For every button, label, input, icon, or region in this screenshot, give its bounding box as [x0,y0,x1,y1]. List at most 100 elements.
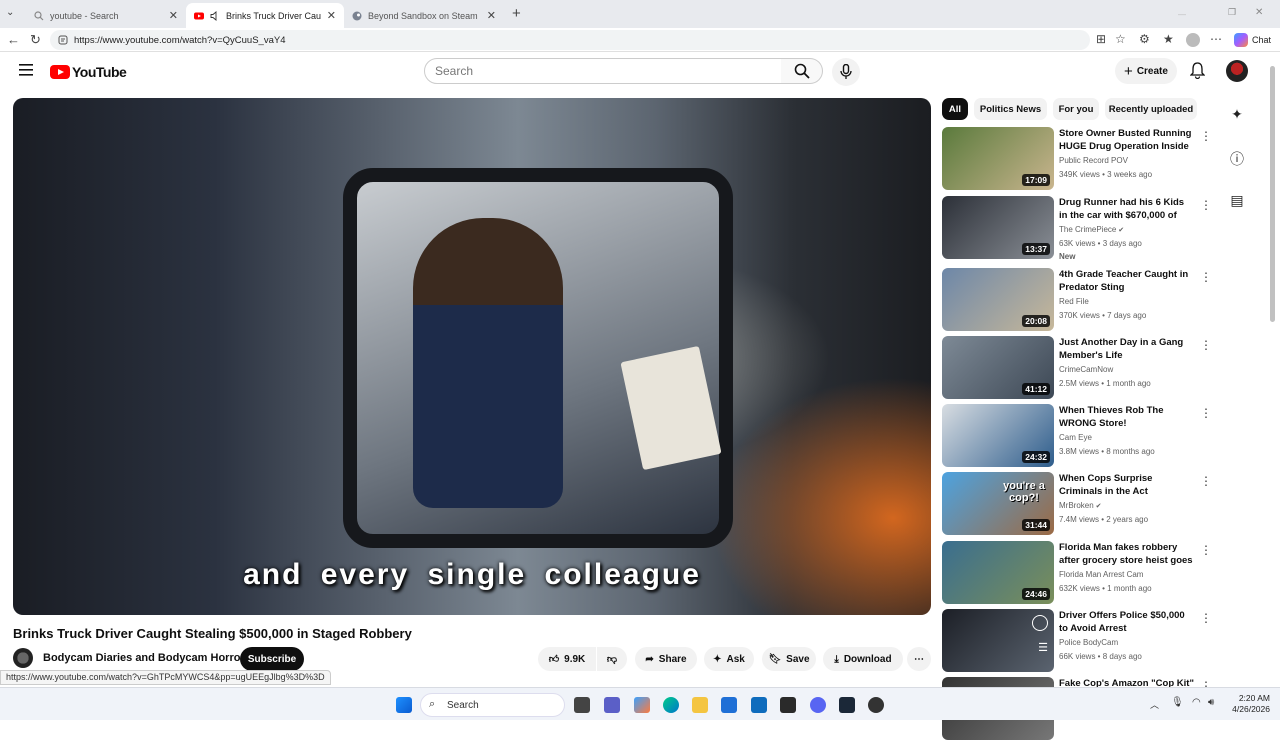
recommendation-title[interactable]: Florida Man fakes robbery after grocery … [1059,541,1195,568]
back-arrow-icon[interactable]: ← [7,32,20,47]
sparkle-icon[interactable]: ✦ [1227,106,1247,123]
channel-avatar[interactable] [13,648,33,668]
task-view-icon[interactable] [574,697,590,713]
recommendation-channel[interactable]: MrBroken ✔ [1059,501,1102,510]
tab-steam[interactable]: Beyond Sandbox on Steam ✕ [344,3,504,28]
more-vertical-icon[interactable]: ⋮ [1200,129,1212,143]
copilot-app-icon[interactable] [634,697,650,713]
save-button[interactable]: 🔖︎ Save [762,647,816,671]
app-icon[interactable] [780,697,796,713]
video-thumbnail[interactable]: 20:08 [942,268,1054,331]
recommendation-channel[interactable]: Cam Eye [1059,433,1092,442]
comments-icon[interactable]: ▤ [1227,192,1247,209]
favorites-icon[interactable]: ★ [1163,32,1174,46]
recommendation-item[interactable]: ☰ Driver Offers Police $50,000 to Avoid A… [942,609,1214,673]
recommendation-channel[interactable]: Police BodyCam [1059,638,1118,647]
window-maximize-button[interactable]: ❐ [1228,7,1236,18]
recommendation-item[interactable]: 13:37 Drug Runner had his 6 Kids in the c… [942,196,1214,261]
recommendation-title[interactable]: Driver Offers Police $50,000 to Avoid Ar… [1059,609,1195,635]
video-thumbnail[interactable]: you're a cop?! 31:44 [942,472,1054,535]
app-icon[interactable] [868,697,884,713]
recommendation-channel[interactable]: CrimeCamNow [1059,365,1113,374]
outlook-icon[interactable] [751,697,767,713]
discord-icon[interactable] [810,697,826,713]
site-info-icon[interactable] [58,35,68,45]
chip-all[interactable]: All [942,98,968,120]
search-input[interactable]: Search [424,58,782,84]
recommendation-item[interactable]: 24:32 When Thieves Rob The WRONG Store! Ca… [942,404,1214,468]
recommendation-title[interactable]: Store Owner Busted Running HUGE Drug Ope… [1059,127,1195,154]
copilot-icon[interactable] [1234,33,1248,47]
close-icon[interactable]: ✕ [169,9,178,22]
tab-video[interactable]: Brinks Truck Driver Caught Ste ✕ [186,3,344,28]
chip-politics-news[interactable]: Politics News [974,98,1047,120]
more-options-icon[interactable]: ⋯ [1210,32,1222,46]
refresh-icon[interactable]: ↻ [30,32,41,48]
tray-chevron-icon[interactable]: ︿ [1150,698,1159,711]
video-thumbnail[interactable]: ☰ [942,609,1054,672]
recommendation-channel[interactable]: The CrimePiece ✔ [1059,225,1124,234]
create-button[interactable]: + Create [1115,58,1177,84]
more-vertical-icon[interactable]: ⋮ [1200,406,1212,420]
tab-list-chevron-icon[interactable]: ⌄ [6,7,14,18]
dislike-button[interactable]: 👎︎ [597,647,627,671]
recommendation-title[interactable]: Drug Runner had his 6 Kids in the car wi… [1059,196,1195,223]
more-vertical-icon[interactable]: ⋮ [1200,270,1212,284]
ask-button[interactable]: ✦ Ask [704,647,754,671]
new-tab-button[interactable]: + [512,5,521,22]
chat-label[interactable]: Chat [1252,35,1271,45]
menu-hamburger-icon[interactable] [19,64,33,76]
scrollbar-thumb[interactable] [1270,66,1275,322]
recommendation-title[interactable]: When Cops Surprise Criminals in the Act [1059,472,1195,498]
channel-name[interactable]: Bodycam Diaries and Bodycam Horror [43,652,245,664]
teams-icon[interactable] [604,697,620,713]
window-close-button[interactable]: ✕ [1255,7,1263,18]
search-button[interactable] [781,58,823,84]
watch-later-clock-icon[interactable] [1032,615,1048,631]
recommendation-item[interactable]: 20:08 4th Grade Teacher Caught in Predato… [942,268,1214,332]
recommendation-item[interactable]: you're a cop?! 31:44 When Cops Surprise Cr… [942,472,1214,536]
video-thumbnail[interactable]: 41:12 [942,336,1054,399]
close-icon[interactable]: ✕ [487,9,496,22]
subscribe-button[interactable]: Subscribe [240,647,304,671]
more-vertical-icon[interactable]: ⋮ [1200,611,1212,625]
store-icon[interactable] [721,697,737,713]
wifi-icon[interactable]: ◠ [1192,697,1201,708]
download-button[interactable]: ⤓ Download [823,647,903,671]
more-vertical-icon[interactable]: ⋮ [1200,338,1212,352]
like-button[interactable]: 👍︎ 9.9K [538,647,596,671]
chip-for-you[interactable]: For you [1053,98,1099,120]
add-to-queue-icon[interactable]: ☰ [1038,641,1048,654]
extensions-icon[interactable]: ⚙ [1139,32,1150,46]
start-windows-icon[interactable] [396,697,412,713]
video-thumbnail[interactable]: 24:32 [942,404,1054,467]
chip-recently-uploaded[interactable]: Recently uploaded [1105,98,1197,120]
notifications-bell-icon[interactable] [1190,62,1205,79]
recommendation-title[interactable]: 4th Grade Teacher Caught in Predator Sti… [1059,268,1195,294]
window-minimize-button[interactable]: — [1178,10,1186,19]
volume-icon[interactable]: 🔊︎ [1208,697,1214,708]
taskbar-clock[interactable]: 2:20 AM 4/26/2026 [1228,693,1270,715]
edge-browser-icon[interactable] [663,697,679,713]
video-thumbnail[interactable]: 24:46 [942,541,1054,604]
url-field[interactable]: https://www.youtube.com/watch?v=QyCuuS_v… [50,30,1090,50]
recommendation-channel[interactable]: Florida Man Arrest Cam [1059,570,1143,579]
account-avatar[interactable] [1226,60,1248,82]
close-icon[interactable]: ✕ [327,9,336,22]
share-button[interactable]: ➦ Share [635,647,697,671]
video-thumbnail[interactable]: 13:37 [942,196,1054,259]
taskbar-search[interactable]: ⌕ Search [420,693,565,717]
recommendation-title[interactable]: When Thieves Rob The WRONG Store! [1059,404,1195,430]
microphone-icon[interactable]: 🎙︎ [1171,697,1184,708]
recommendation-channel[interactable]: Red File [1059,297,1089,306]
profile-icon[interactable] [1186,33,1200,47]
tab-youtube-search[interactable]: youtube - Search ✕ [26,3,186,28]
voice-search-button[interactable] [832,58,860,86]
recommendation-item[interactable]: 24:46 Florida Man fakes robbery after gro… [942,541,1214,605]
app-available-icon[interactable]: ⊞ [1096,32,1106,46]
video-thumbnail[interactable]: 17:09 [942,127,1054,190]
video-player[interactable]: and every single colleague [13,98,931,615]
recommendation-item[interactable]: 17:09 Store Owner Busted Running HUGE Dru… [942,127,1214,191]
favorite-star-icon[interactable]: ☆ [1115,32,1126,46]
youtube-logo[interactable]: YouTube [50,64,127,80]
